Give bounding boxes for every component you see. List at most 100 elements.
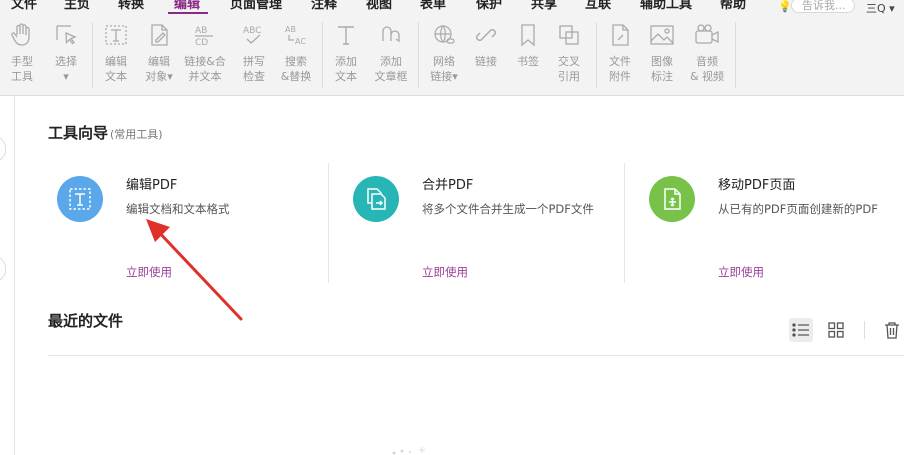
ribbon-separator	[322, 22, 323, 88]
panel-collapse-handle[interactable]	[0, 136, 6, 162]
delete-button[interactable]	[880, 318, 904, 342]
tool-label: 手型 工具	[11, 55, 33, 83]
menu-bar: 文件 主负 转换 编辑 页面管理 注释 视图 表单 保护 共享 互联 辅助工具 …	[0, 0, 904, 15]
link-icon	[473, 22, 499, 48]
tool-edit-text[interactable]: 编辑 文本	[98, 22, 134, 84]
menu-page-manage[interactable]: 页面管理	[230, 0, 282, 13]
left-panel-rail	[0, 96, 15, 455]
ribbon-separator	[418, 22, 419, 88]
tool-search-replace[interactable]: AB AC 搜索 &替换	[278, 22, 314, 84]
move-pdf-page-icon	[649, 176, 695, 222]
tool-spell-check[interactable]: ABC 拼写 检查	[236, 22, 272, 84]
edit-pdf-icon	[57, 176, 103, 222]
tool-card-move-pdf-page[interactable]: 移动PDF页面 从已有的PDF页面创建新的PDF 立即使用	[649, 163, 904, 283]
menu-accessibility[interactable]: 辅助工具	[640, 0, 692, 13]
search-replace-icon: AB AC	[283, 22, 309, 48]
tool-cross-reference[interactable]: 交叉 引用	[552, 22, 586, 84]
grid-view-button[interactable]	[824, 318, 848, 342]
lightbulb-icon: 💡	[778, 0, 792, 13]
ribbon-separator	[596, 22, 597, 88]
tool-label: 书签	[517, 55, 539, 68]
card-title: 编辑PDF	[126, 178, 178, 193]
merge-pdf-icon	[353, 176, 399, 222]
card-description: 从已有的PDF页面创建新的PDF	[718, 202, 878, 216]
ribbon-separator	[735, 22, 736, 88]
tool-guide-heading: 工具向导 (常用工具)	[48, 122, 163, 143]
tool-image-annotation[interactable]: 图像 标注	[645, 22, 679, 84]
menu-share[interactable]: 共享	[531, 0, 557, 13]
tool-guide-subtitle: (常用工具)	[110, 128, 163, 141]
tool-label: 编辑 文本	[105, 55, 127, 83]
menu-form[interactable]: 表单	[420, 0, 446, 13]
menu-home[interactable]: 主负	[64, 0, 90, 13]
card-title: 合并PDF	[422, 178, 474, 193]
link-merge-text-icon: AB CD	[192, 22, 218, 48]
tool-label: 链接	[475, 55, 497, 68]
spell-check-icon: ABC	[241, 22, 267, 48]
toolbar-separator	[864, 321, 865, 339]
tool-label: 添加 文章框	[374, 55, 408, 83]
image-annotation-icon	[649, 22, 675, 48]
menu-view[interactable]: 视图	[366, 0, 392, 13]
svg-text:CD: CD	[195, 38, 208, 47]
tool-link-merge-text[interactable]: AB CD 链接&合 并文本	[182, 22, 228, 84]
add-text-icon	[333, 22, 359, 48]
trash-icon	[885, 322, 899, 339]
tool-add-text[interactable]: 添加 文本	[328, 22, 364, 84]
use-now-link[interactable]: 立即使用	[422, 264, 468, 280]
grid-icon	[828, 322, 844, 338]
list-view-button[interactable]	[789, 318, 813, 342]
svg-text:AB: AB	[285, 25, 296, 34]
audio-video-icon	[694, 22, 720, 48]
tool-edit-object[interactable]: 编辑 对象▾	[138, 22, 180, 84]
tool-label: 网络 链接▾	[430, 55, 458, 83]
card-divider	[624, 163, 625, 283]
menu-connect[interactable]: 互联	[585, 0, 611, 13]
menu-protect[interactable]: 保护	[476, 0, 502, 13]
tool-label: 选择 ▾	[55, 55, 77, 83]
card-description: 将多个文件合并生成一个PDF文件	[422, 202, 594, 216]
tool-label: 音频 & 视频	[689, 55, 725, 83]
recent-files-divider	[48, 355, 904, 356]
menu-comment[interactable]: 注释	[311, 0, 337, 13]
hand-icon	[9, 22, 35, 48]
tool-label: 图像 标注	[651, 55, 673, 83]
tool-label: 交叉 引用	[558, 55, 580, 83]
file-attachment-icon	[607, 22, 633, 48]
bookmark-icon	[515, 22, 541, 48]
use-now-link[interactable]: 立即使用	[718, 264, 764, 280]
tool-hand[interactable]: 手型 工具	[4, 22, 40, 84]
tool-bookmark[interactable]: 书签	[512, 22, 544, 69]
tool-file-attachment[interactable]: 文件 附件	[603, 22, 637, 84]
tool-add-article-box[interactable]: 添加 文章框	[370, 22, 412, 84]
annotation-arrow	[146, 219, 243, 321]
tool-select[interactable]: 选择 ▾	[48, 22, 84, 84]
add-article-box-icon	[378, 22, 404, 48]
tool-label: 文件 附件	[609, 55, 631, 83]
ribbon-toolbar: 手型 工具 选择 ▾ 编辑 文本 编辑 对象▾ AB CD 链接&合 并文本 AB…	[0, 14, 904, 96]
svg-text:AB: AB	[195, 26, 207, 36]
edit-text-icon	[103, 22, 129, 48]
tool-card-merge-pdf[interactable]: 合并PDF 将多个文件合并生成一个PDF文件 立即使用	[353, 163, 613, 283]
recent-files-title: 最近的文件	[48, 312, 124, 330]
svg-text:ABC: ABC	[243, 26, 261, 36]
web-link-icon	[431, 22, 457, 48]
ribbon-separator	[92, 22, 93, 88]
loading-indicator-icon	[392, 447, 425, 455]
edit-object-icon	[146, 22, 172, 48]
menu-file[interactable]: 文件	[11, 0, 37, 13]
panel-collapse-handle[interactable]	[0, 256, 6, 282]
tool-link[interactable]: 链接	[470, 22, 502, 69]
svg-text:AC: AC	[295, 37, 306, 46]
tool-label: 拼写 检查	[243, 55, 265, 83]
tool-web-link[interactable]: 网络 链接▾	[424, 22, 464, 84]
tool-label: 编辑 对象▾	[145, 55, 173, 83]
list-icon	[792, 323, 809, 337]
menu-help[interactable]: 帮助	[720, 0, 746, 13]
card-title: 移动PDF页面	[718, 178, 796, 193]
search-input[interactable]: 告诉我...	[791, 0, 855, 13]
tool-audio-video[interactable]: 音频 & 视频	[687, 22, 727, 84]
menu-convert[interactable]: 转换	[118, 0, 144, 13]
cross-reference-icon	[556, 22, 582, 48]
select-cursor-icon	[53, 22, 79, 48]
